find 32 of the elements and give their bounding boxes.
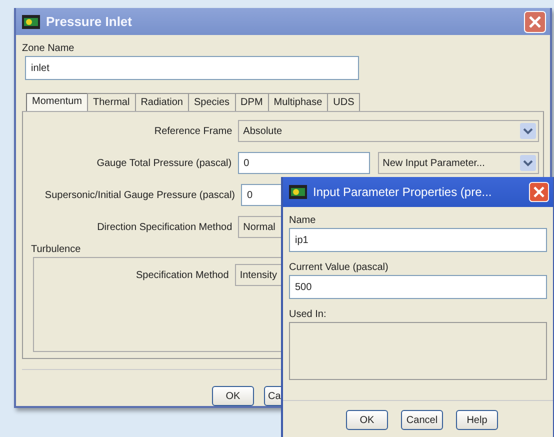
zone-name-field[interactable]: inlet bbox=[25, 56, 359, 80]
close-icon[interactable] bbox=[529, 182, 549, 202]
app-icon bbox=[22, 14, 40, 28]
field-label: Name bbox=[289, 215, 317, 226]
dialog-button[interactable]: Help bbox=[456, 410, 498, 430]
window-title: Pressure Inlet bbox=[46, 14, 132, 29]
dropdown[interactable]: Absolute bbox=[238, 120, 539, 142]
value-field[interactable]: 500 bbox=[289, 275, 547, 299]
field-label: Used In: bbox=[289, 309, 328, 320]
app-icon bbox=[289, 185, 307, 199]
field-label: Zone Name bbox=[22, 43, 76, 54]
tab[interactable]: Momentum bbox=[26, 93, 88, 111]
name-field[interactable]: ip1 bbox=[289, 228, 547, 252]
used-in-list[interactable] bbox=[289, 322, 547, 380]
dialog-button[interactable]: OK bbox=[346, 410, 388, 430]
dialog-button[interactable]: OK bbox=[212, 386, 254, 406]
chevron-icon bbox=[520, 123, 536, 139]
value-field[interactable]: 0 bbox=[238, 152, 370, 174]
field-label: Specification Method bbox=[134, 270, 230, 280]
dropdown[interactable]: New Input Parameter... bbox=[378, 152, 539, 174]
tab[interactable]: Thermal bbox=[87, 93, 136, 111]
chevron-icon bbox=[520, 155, 536, 171]
close-icon[interactable] bbox=[524, 10, 546, 32]
field-label: Direction Specification Method bbox=[96, 222, 234, 232]
field-label: Reference Frame bbox=[153, 126, 234, 136]
window-title: Input Parameter Properties (pre... bbox=[313, 185, 492, 199]
field-label: Gauge Total Pressure (pascal) bbox=[96, 158, 233, 168]
group-title: Turbulence bbox=[31, 244, 82, 255]
tab[interactable]: UDS bbox=[327, 93, 360, 111]
dialog-button[interactable]: Cancel bbox=[401, 410, 443, 430]
field-label: Current Value (pascal) bbox=[289, 262, 390, 273]
field-label: Supersonic/Initial Gauge Pressure (pascal) bbox=[44, 190, 236, 200]
